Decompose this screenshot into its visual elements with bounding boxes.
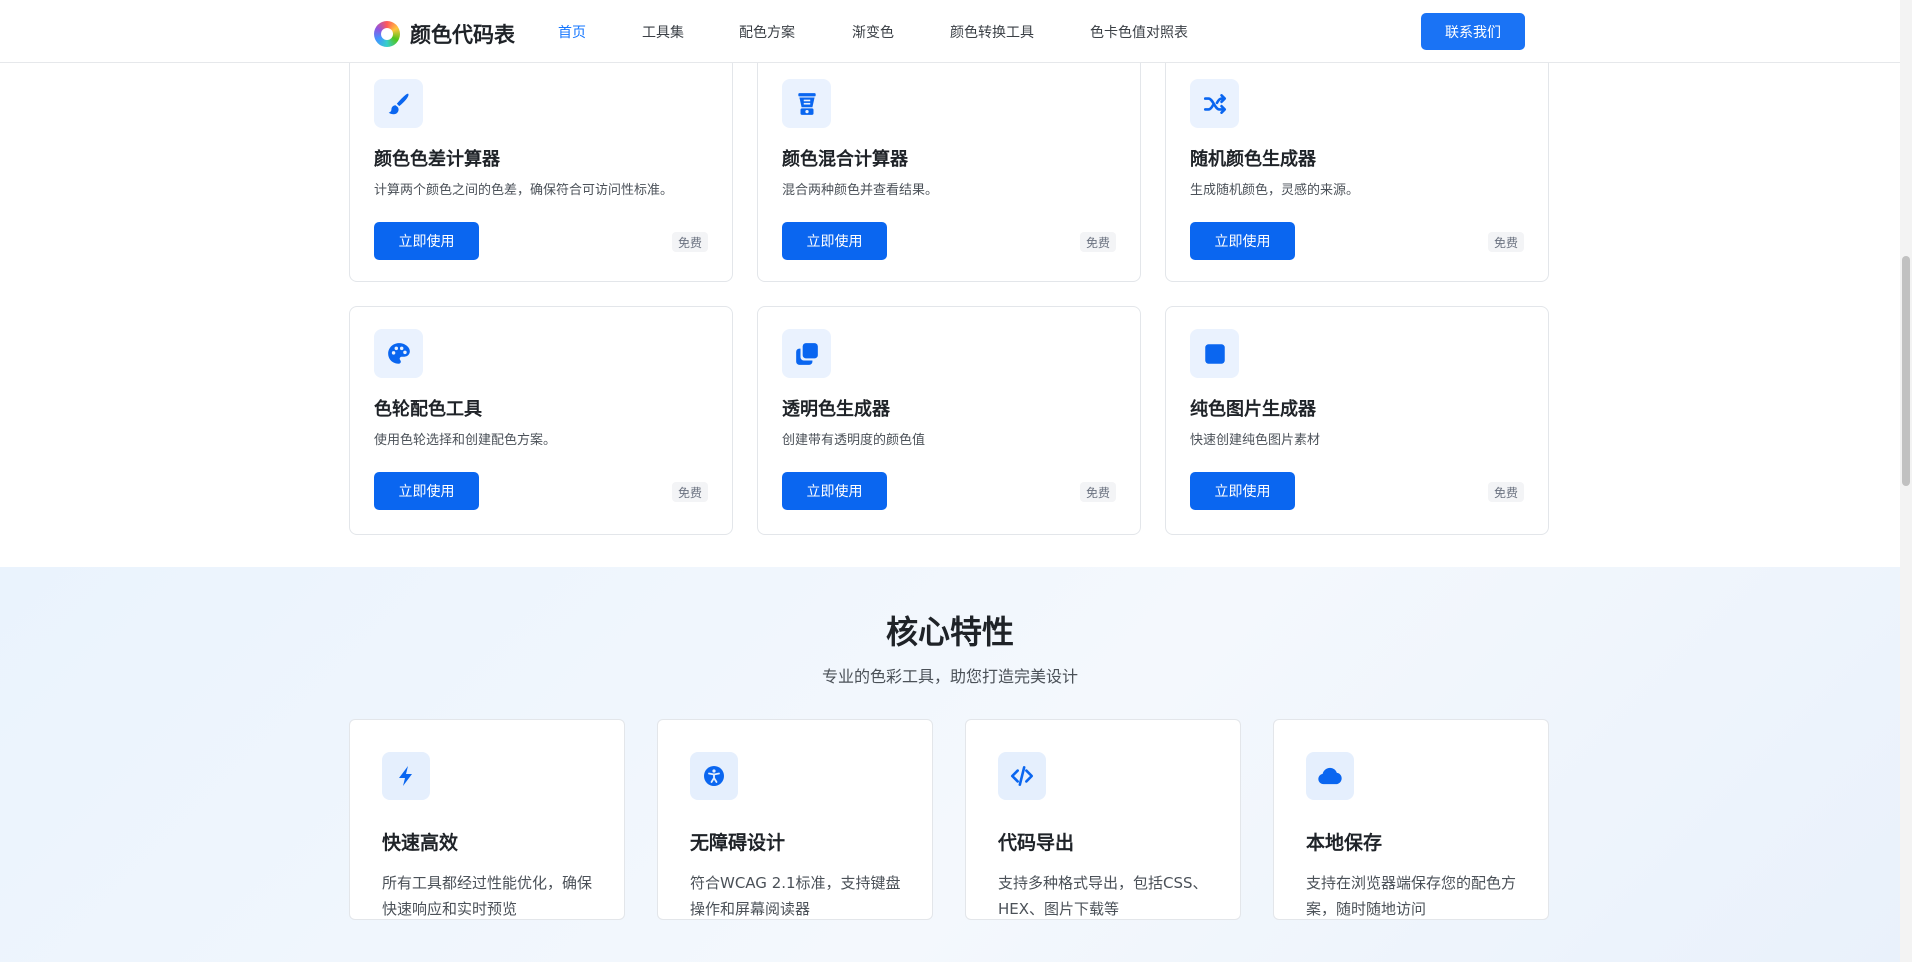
tool-description: 计算两个颜色之间的色差，确保符合可访问性标准。 — [374, 183, 674, 198]
nav-color-converter[interactable]: 颜色转换工具 — [950, 22, 1034, 42]
page-scrollbar[interactable] — [1900, 0, 1912, 962]
feature-description: 所有工具都经过性能优化，确保快速响应和实时预览 — [382, 874, 593, 918]
feature-card-fast: 快速高效 所有工具都经过性能优化，确保快速响应和实时预览 — [349, 719, 625, 920]
tool-description: 使用色轮选择和创建配色方案。 — [374, 433, 557, 448]
tool-card-color-wheel: 色轮配色工具 使用色轮选择和创建配色方案。 立即使用 免费 — [349, 306, 733, 535]
tool-title: 随机颜色生成器 — [1190, 149, 1316, 170]
tool-title: 颜色色差计算器 — [374, 149, 500, 170]
paintbrush-icon — [374, 79, 423, 128]
blender-icon — [782, 79, 831, 128]
nav-tools[interactable]: 工具集 — [642, 22, 684, 42]
free-badge: 免费 — [1487, 482, 1524, 502]
code-icon — [998, 752, 1046, 800]
feature-title: 无障碍设计 — [690, 832, 786, 854]
tool-description: 生成随机颜色，灵感的来源。 — [1190, 183, 1360, 198]
tool-title: 透明色生成器 — [782, 399, 890, 420]
contact-us-button[interactable]: 联系我们 — [1421, 13, 1525, 50]
tool-description: 混合两种颜色并查看结果。 — [782, 183, 939, 198]
free-badge: 免费 — [671, 232, 708, 252]
tool-card-color-difference: 颜色色差计算器 计算两个颜色之间的色差，确保符合可访问性标准。 立即使用 免费 — [349, 56, 733, 282]
scrollbar-thumb[interactable] — [1902, 256, 1910, 486]
tool-card-transparent-color: 透明色生成器 创建带有透明度的颜色值 立即使用 免费 — [757, 306, 1141, 535]
tool-description: 快速创建纯色图片素材 — [1190, 433, 1321, 448]
tool-title: 纯色图片生成器 — [1190, 399, 1316, 420]
tool-description: 创建带有透明度的颜色值 — [782, 433, 926, 448]
section-title: 核心特性 — [885, 613, 1014, 651]
layers-icon — [782, 329, 831, 378]
use-now-button[interactable]: 立即使用 — [782, 472, 887, 510]
cloud-icon — [1306, 752, 1354, 800]
nav-home[interactable]: 首页 — [558, 22, 586, 42]
free-badge: 免费 — [1079, 482, 1116, 502]
shuffle-icon — [1190, 79, 1239, 128]
site-title: 颜色代码表 — [410, 23, 515, 47]
tool-card-random-color: 随机颜色生成器 生成随机颜色，灵感的来源。 立即使用 免费 — [1165, 56, 1549, 282]
site-logo[interactable]: 颜色代码表 — [374, 19, 515, 49]
free-badge: 免费 — [1079, 232, 1116, 252]
free-badge: 免费 — [1487, 232, 1524, 252]
color-wheel-logo-icon — [374, 21, 400, 47]
feature-title: 代码导出 — [998, 832, 1075, 854]
use-now-button[interactable]: 立即使用 — [1190, 472, 1295, 510]
use-now-button[interactable]: 立即使用 — [1190, 222, 1295, 260]
top-navbar: 颜色代码表 首页 工具集 配色方案 渐变色 颜色转换工具 色卡色值对照表 联系我… — [0, 0, 1900, 63]
use-now-button[interactable]: 立即使用 — [374, 472, 479, 510]
tool-title: 色轮配色工具 — [374, 399, 482, 420]
free-badge: 免费 — [671, 482, 708, 502]
section-subtitle: 专业的色彩工具，助您打造完美设计 — [821, 667, 1078, 686]
feature-card-local-save: 本地保存 支持在浏览器端保存您的配色方案，随时随地访问 — [1273, 719, 1549, 920]
feature-title: 快速高效 — [382, 832, 459, 854]
feature-card-accessibility: 无障碍设计 符合WCAG 2.1标准，支持键盘操作和屏幕阅读器 — [657, 719, 933, 920]
tool-card-solid-image: 纯色图片生成器 快速创建纯色图片素材 立即使用 免费 — [1165, 306, 1549, 535]
feature-description: 支持在浏览器端保存您的配色方案，随时随地访问 — [1306, 874, 1517, 918]
accessibility-icon — [690, 752, 738, 800]
palette-icon — [374, 329, 423, 378]
use-now-button[interactable]: 立即使用 — [374, 222, 479, 260]
nav-color-card-chart[interactable]: 色卡色值对照表 — [1090, 22, 1188, 42]
nav-gradients[interactable]: 渐变色 — [852, 22, 894, 42]
square-icon — [1190, 329, 1239, 378]
core-features-section: 核心特性 专业的色彩工具，助您打造完美设计 快速高效 所有工具都经过性能优化，确… — [0, 567, 1900, 962]
bolt-icon — [382, 752, 430, 800]
use-now-button[interactable]: 立即使用 — [782, 222, 887, 260]
nav-color-schemes[interactable]: 配色方案 — [739, 22, 795, 42]
tool-title: 颜色混合计算器 — [782, 149, 908, 170]
feature-description: 支持多种格式导出，包括CSS、HEX、图片下载等 — [998, 874, 1208, 918]
feature-card-code-export: 代码导出 支持多种格式导出，包括CSS、HEX、图片下载等 — [965, 719, 1241, 920]
feature-description: 符合WCAG 2.1标准，支持键盘操作和屏幕阅读器 — [690, 874, 901, 918]
feature-title: 本地保存 — [1306, 832, 1383, 854]
tool-card-color-mixer: 颜色混合计算器 混合两种颜色并查看结果。 立即使用 免费 — [757, 56, 1141, 282]
